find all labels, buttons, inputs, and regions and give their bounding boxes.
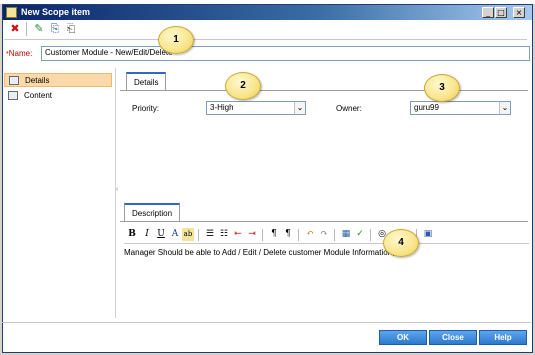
window-title: New Scope item — [21, 7, 91, 17]
ok-button[interactable]: OK — [379, 330, 427, 345]
close-button[interactable]: Close — [429, 330, 477, 345]
rich-text-toolbar: B I U A ab ☰ ☷ ⇤ ⇥ ¶ ¶ ↶ ↷ ▦ ✓ ◎ ▣ — [124, 226, 529, 244]
maximize-button[interactable]: □ — [495, 7, 507, 18]
toolbar-separator — [298, 229, 299, 241]
sidebar: Details Content — [4, 68, 114, 318]
details-icon — [9, 76, 19, 85]
callout-1: 1 — [158, 26, 194, 54]
rtl-icon[interactable]: ¶ — [282, 228, 294, 241]
chevron-down-icon[interactable]: ⌄ — [294, 102, 305, 114]
calendar-icon[interactable]: ▣ — [422, 228, 434, 241]
app-icon — [6, 7, 17, 18]
owner-select[interactable]: guru99 ⌄ — [410, 101, 511, 115]
spell-check-icon[interactable]: ✓ — [354, 228, 366, 241]
collapse-grip-icon[interactable]: ‹ — [116, 186, 118, 193]
description-editor[interactable]: Manager Should be able to Add / Edit / D… — [124, 247, 395, 257]
minimize-button[interactable]: _ — [482, 7, 494, 18]
toolbar-separator — [262, 229, 263, 241]
owner-label: Owner: — [336, 104, 362, 113]
table-icon[interactable]: ▦ — [340, 228, 352, 241]
details-panel: Details Priority: 3-High ⌄ Owner: guru99… — [120, 68, 531, 196]
footer-divider — [2, 322, 531, 323]
bold-button[interactable]: B — [126, 228, 138, 241]
close-window-button[interactable]: × — [513, 7, 525, 18]
toolbar-separator — [198, 229, 199, 241]
ltr-icon[interactable]: ¶ — [268, 228, 280, 241]
chevron-down-icon[interactable]: ⌄ — [499, 102, 510, 114]
tab-underline — [120, 221, 528, 222]
toolbar-separator — [370, 229, 371, 241]
priority-label: Priority: — [132, 104, 160, 113]
underline-button[interactable]: U — [155, 228, 167, 241]
undo-icon[interactable]: ↶ — [304, 228, 316, 241]
numbered-list-icon[interactable]: ☷ — [218, 228, 230, 241]
sidebar-item-content[interactable]: Content — [4, 89, 112, 103]
description-panel: Description B I U A ab ☰ ☷ ⇤ ⇥ ¶ ¶ ↶ ↷ ▦… — [120, 199, 531, 317]
highlight-button[interactable]: ab — [182, 228, 194, 241]
delete-icon[interactable]: ✖ — [8, 22, 22, 36]
content-icon — [8, 91, 18, 100]
name-input[interactable]: Customer Module - New/Edit/Delete — [41, 46, 530, 61]
tab-underline — [120, 90, 528, 91]
tab-description[interactable]: Description — [124, 203, 181, 221]
priority-select[interactable]: 3-High ⌄ — [206, 101, 306, 115]
toolbar-separator — [26, 22, 27, 36]
name-row: *Name: Customer Module - New/Edit/Delete — [4, 45, 530, 63]
toolbar-separator — [334, 229, 335, 241]
tab-details[interactable]: Details — [126, 72, 167, 90]
name-label: *Name: — [6, 49, 33, 58]
copy-icon[interactable]: ⎘ — [48, 22, 62, 36]
callout-3: 3 — [424, 74, 460, 102]
sidebar-item-details[interactable]: Details — [4, 73, 112, 87]
callout-2: 2 — [225, 72, 261, 100]
bullets-icon[interactable]: ☰ — [204, 228, 216, 241]
callout-4: 4 — [383, 229, 419, 257]
paste-icon[interactable]: ⎗ — [64, 22, 78, 36]
main-toolbar: ✖ ✎ ⎘ ⎗ — [4, 18, 527, 40]
font-color-button[interactable]: A — [169, 228, 181, 241]
indent-icon[interactable]: ⇥ — [246, 228, 258, 241]
edit-icon[interactable]: ✎ — [32, 22, 46, 36]
help-button[interactable]: Help — [479, 330, 527, 345]
outdent-icon[interactable]: ⇤ — [232, 228, 244, 241]
panel-splitter[interactable]: ‹ — [115, 68, 119, 318]
redo-icon[interactable]: ↷ — [318, 228, 330, 241]
italic-button[interactable]: I — [141, 228, 153, 241]
